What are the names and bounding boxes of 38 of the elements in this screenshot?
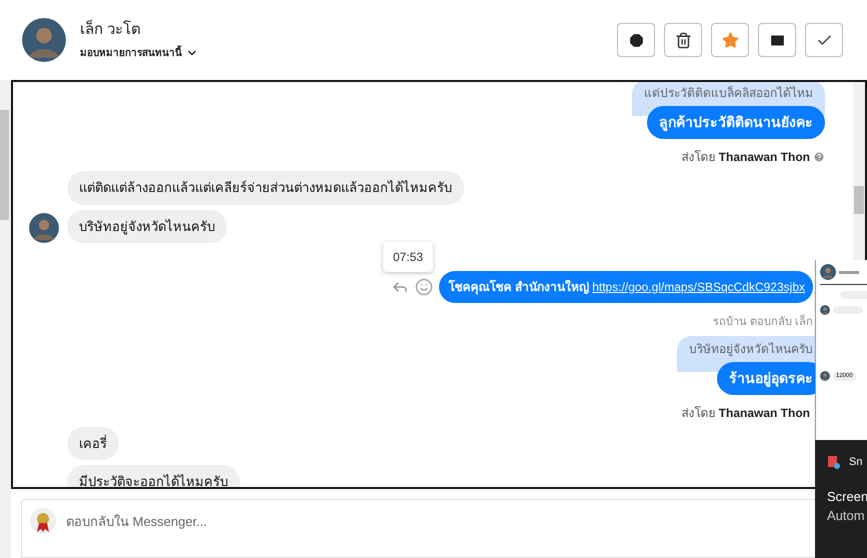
toast-app-name: Sn: [849, 455, 862, 470]
avatar-icon: [29, 213, 59, 243]
star-button[interactable]: [711, 23, 749, 57]
sent-by-text: ส่งโดย Thanawan Thon: [681, 404, 810, 422]
trash-button[interactable]: [664, 23, 702, 57]
avatar-icon: [820, 371, 830, 381]
message-bubble: ลูกค้าประวัติติดนานยังคะ: [647, 106, 825, 139]
mail-button[interactable]: [758, 23, 796, 57]
message-link[interactable]: https://goo.gl/maps/SBSqcCdkC923sjbx: [592, 280, 805, 294]
message-bubble: เคอรี่: [67, 426, 119, 460]
profile-avatar: [22, 18, 66, 62]
timestamp-tooltip: 07:53: [383, 242, 434, 272]
alert-button[interactable]: [617, 23, 655, 57]
award-avatar-icon: [30, 508, 56, 534]
avatar-icon: [820, 264, 836, 280]
scrollbar-thumb[interactable]: [854, 186, 864, 214]
reply-input[interactable]: ตอบกลับใน Messenger...: [66, 512, 466, 532]
emoji-icon[interactable]: [414, 278, 433, 296]
message-bubble: บริษัทอยู่จังหวัดไหนครับ: [67, 210, 227, 243]
star-icon: [722, 32, 738, 48]
scrollbar-thumb[interactable]: [0, 110, 9, 220]
trash-icon: [674, 32, 692, 48]
message-bubble: แต่ติดแต่ล้างออกแล้วแต่เคลียร์จ่ายส่วนต่างหมดแล้วออกได้ไหมครับ: [67, 171, 464, 204]
assign-dropdown[interactable]: มอบหมายการสนทนานี้: [80, 46, 198, 61]
contact-name: เล็ก วะโต: [80, 19, 142, 40]
reply-composer[interactable]: ตอบกลับใน Messenger...: [21, 498, 817, 558]
check-button[interactable]: [805, 23, 843, 57]
toast-body: Autom: [827, 507, 866, 525]
sent-by-text: ส่งโดย Thanawan Thon: [681, 149, 810, 166]
alert-icon: [628, 32, 644, 48]
scissors-icon: [827, 455, 841, 470]
reply-label: รถบ้าน ตอบกลับ เล็ก: [712, 314, 813, 330]
avatar-icon: [820, 305, 830, 315]
message-bubble: มีประวัติจะออกได้ไหมครับ: [67, 465, 240, 487]
help-icon[interactable]: [813, 151, 825, 163]
message-bubble: โชคคุณโชค สำนักงานใหญ่ https://goo.gl/maps/SBSqcCdkC923sjbx: [438, 271, 813, 303]
thumbnail-title-line: [839, 270, 859, 274]
toast-title: Screen: [827, 488, 867, 506]
